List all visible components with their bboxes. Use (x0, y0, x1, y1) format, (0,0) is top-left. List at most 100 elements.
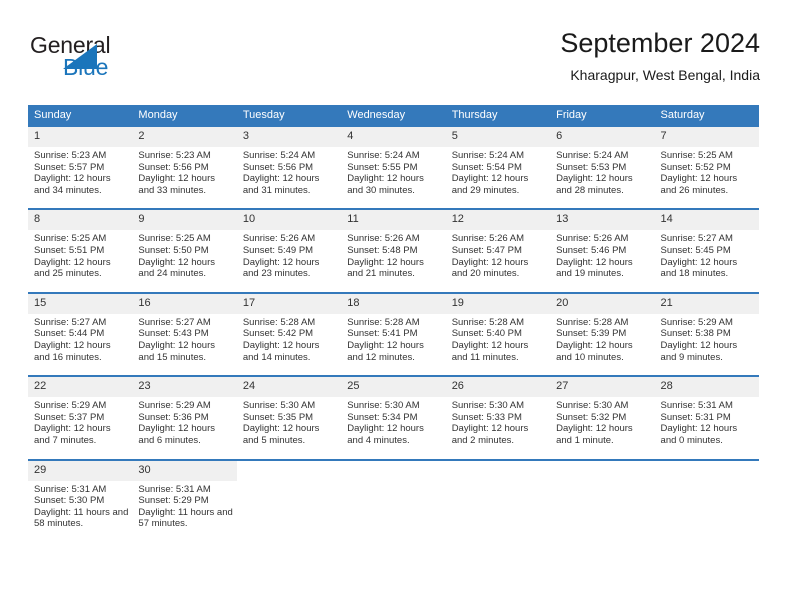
daylight-text: Daylight: 12 hours and 18 minutes. (660, 256, 738, 280)
sunset-text: Sunset: 5:56 PM (138, 161, 209, 173)
day-cell[interactable]: 10 Sunrise: 5:26 AM Sunset: 5:49 PM Dayl… (236, 210, 342, 284)
sunrise-text: Sunrise: 5:23 AM (138, 150, 211, 161)
day-cell[interactable]: 25 Sunrise: 5:30 AM Sunset: 5:34 PM Dayl… (341, 377, 446, 451)
sunrise-text: Sunrise: 5:30 AM (242, 400, 316, 412)
day-cell[interactable]: 29 Sunrise: 5:31 AM Sunset: 5:30 PM Dayl… (28, 460, 133, 534)
daylight-text: Daylight: 12 hours and 30 minutes. (347, 173, 424, 196)
day-cell[interactable]: 17 Sunrise: 5:28 AM Sunset: 5:42 PM Dayl… (236, 293, 342, 368)
sunset-text: Sunset: 5:51 PM (34, 244, 105, 256)
day-number: 19 (445, 293, 551, 314)
day-info: Sunrise: 5:29 AM Sunset: 5:37 PM Dayligh… (28, 397, 132, 446)
day-number: 12 (445, 210, 551, 231)
day-number: 9 (132, 210, 237, 231)
day-number: 1 (28, 127, 133, 147)
day-info: Sunrise: 5:30 AM Sunset: 5:34 PM Dayligh… (341, 397, 445, 446)
day-cell[interactable]: 15 Sunrise: 5:27 AM Sunset: 5:44 PM Dayl… (28, 293, 133, 368)
sunrise-text: Sunrise: 5:24 AM (347, 150, 420, 161)
day-cell[interactable]: 28 Sunrise: 5:31 AM Sunset: 5:31 PM Dayl… (654, 377, 759, 451)
day-cell[interactable]: 16 Sunrise: 5:27 AM Sunset: 5:43 PM Dayl… (132, 293, 237, 368)
weekday-header-friday: Friday (556, 109, 587, 121)
day-cell[interactable]: 22 Sunrise: 5:29 AM Sunset: 5:37 PM Dayl… (28, 377, 133, 451)
day-cell[interactable]: 11 Sunrise: 5:26 AM Sunset: 5:48 PM Dayl… (341, 210, 446, 284)
sunset-text: Sunset: 5:42 PM (242, 328, 314, 340)
sunrise-text: Sunrise: 5:28 AM (451, 316, 525, 328)
sunrise-text: Sunrise: 5:27 AM (34, 316, 107, 328)
sunset-text: Sunset: 5:31 PM (660, 411, 731, 423)
sunset-text: Sunset: 5:55 PM (347, 161, 418, 173)
day-number: 2 (132, 127, 237, 147)
sunrise-text: Sunrise: 5:26 AM (242, 233, 316, 245)
day-info: Sunrise: 5:28 AM Sunset: 5:42 PM Dayligh… (237, 314, 341, 363)
sunset-text: Sunset: 5:49 PM (242, 244, 314, 256)
day-cell-empty (550, 460, 655, 534)
sunset-text: Sunset: 5:39 PM (556, 328, 627, 340)
daylight-text: Daylight: 12 hours and 2 minutes. (451, 423, 529, 446)
daylight-text: Daylight: 12 hours and 15 minutes. (138, 339, 215, 363)
sunset-text: Sunset: 5:35 PM (242, 411, 314, 423)
day-number: 28 (654, 377, 759, 398)
day-info: Sunrise: 5:28 AM Sunset: 5:41 PM Dayligh… (341, 314, 445, 363)
day-number: 27 (550, 377, 655, 398)
sunrise-text: Sunrise: 5:26 AM (347, 233, 420, 245)
daylight-text: Daylight: 12 hours and 5 minutes. (242, 423, 320, 446)
day-number: 16 (132, 293, 237, 314)
week-row: 29 Sunrise: 5:31 AM Sunset: 5:30 PM Dayl… (28, 458, 759, 534)
day-cell[interactable]: 6 Sunrise: 5:24 AM Sunset: 5:53 PM Dayli… (550, 127, 655, 201)
day-info: Sunrise: 5:26 AM Sunset: 5:46 PM Dayligh… (550, 230, 654, 279)
day-cell[interactable]: 3 Sunrise: 5:24 AM Sunset: 5:56 PM Dayli… (236, 127, 342, 201)
weekday-header-row: Sunday Monday Tuesday Wednesday Thursday… (28, 105, 759, 127)
day-number: 13 (550, 210, 655, 231)
day-cell[interactable]: 23 Sunrise: 5:29 AM Sunset: 5:36 PM Dayl… (132, 377, 237, 451)
sunrise-text: Sunrise: 5:27 AM (660, 233, 733, 245)
day-info: Sunrise: 5:30 AM Sunset: 5:32 PM Dayligh… (550, 397, 654, 446)
daylight-text: Daylight: 12 hours and 6 minutes. (138, 423, 215, 446)
weekday-header-wednesday: Wednesday (347, 109, 406, 121)
day-cell[interactable]: 7 Sunrise: 5:25 AM Sunset: 5:52 PM Dayli… (654, 127, 759, 201)
day-number: 26 (445, 377, 551, 398)
day-cell[interactable]: 26 Sunrise: 5:30 AM Sunset: 5:33 PM Dayl… (445, 377, 551, 451)
day-cell[interactable]: 27 Sunrise: 5:30 AM Sunset: 5:32 PM Dayl… (550, 377, 655, 451)
sunrise-text: Sunrise: 5:24 AM (242, 150, 316, 161)
day-cell[interactable]: 14 Sunrise: 5:27 AM Sunset: 5:45 PM Dayl… (654, 210, 759, 284)
day-number: 8 (28, 210, 133, 231)
day-number (550, 460, 655, 481)
sunset-text: Sunset: 5:37 PM (34, 411, 105, 423)
daylight-text: Daylight: 12 hours and 14 minutes. (242, 339, 320, 363)
day-cell[interactable]: 30 Sunrise: 5:31 AM Sunset: 5:29 PM Dayl… (132, 460, 237, 534)
week-row: 15 Sunrise: 5:27 AM Sunset: 5:44 PM Dayl… (28, 291, 759, 368)
day-cell[interactable]: 24 Sunrise: 5:30 AM Sunset: 5:35 PM Dayl… (236, 377, 342, 451)
day-info: Sunrise: 5:30 AM Sunset: 5:35 PM Dayligh… (237, 397, 341, 446)
sunrise-text: Sunrise: 5:30 AM (347, 400, 420, 412)
day-number: 22 (28, 377, 133, 398)
day-number: 10 (236, 210, 342, 231)
day-info: Sunrise: 5:23 AM Sunset: 5:56 PM Dayligh… (132, 147, 236, 196)
day-cell[interactable]: 9 Sunrise: 5:25 AM Sunset: 5:50 PM Dayli… (132, 210, 237, 284)
day-number: 5 (445, 127, 551, 147)
day-cell[interactable]: 19 Sunrise: 5:28 AM Sunset: 5:40 PM Dayl… (445, 293, 551, 368)
daylight-text: Daylight: 12 hours and 29 minutes. (451, 173, 529, 196)
day-info: Sunrise: 5:26 AM Sunset: 5:49 PM Dayligh… (237, 230, 341, 279)
weekday-header-tuesday: Tuesday (242, 109, 285, 121)
day-cell[interactable]: 21 Sunrise: 5:29 AM Sunset: 5:38 PM Dayl… (654, 293, 759, 368)
day-info: Sunrise: 5:27 AM Sunset: 5:45 PM Dayligh… (655, 230, 759, 279)
day-cell[interactable]: 2 Sunrise: 5:23 AM Sunset: 5:56 PM Dayli… (132, 127, 237, 201)
daylight-text: Daylight: 11 hours and 58 minutes. (34, 506, 129, 530)
sunrise-text: Sunrise: 5:30 AM (451, 400, 525, 412)
daylight-text: Daylight: 12 hours and 23 minutes. (242, 256, 320, 280)
day-cell[interactable]: 20 Sunrise: 5:28 AM Sunset: 5:39 PM Dayl… (550, 293, 655, 368)
day-number: 7 (654, 127, 759, 147)
sunset-text: Sunset: 5:40 PM (451, 328, 522, 340)
sunset-text: Sunset: 5:48 PM (347, 244, 418, 256)
day-cell[interactable]: 1 Sunrise: 5:23 AM Sunset: 5:57 PM Dayli… (28, 127, 133, 201)
sunset-text: Sunset: 5:32 PM (556, 411, 627, 423)
day-number: 25 (341, 377, 446, 398)
day-cell[interactable]: 12 Sunrise: 5:26 AM Sunset: 5:47 PM Dayl… (445, 210, 551, 284)
day-cell[interactable]: 8 Sunrise: 5:25 AM Sunset: 5:51 PM Dayli… (28, 210, 133, 284)
day-cell[interactable]: 13 Sunrise: 5:26 AM Sunset: 5:46 PM Dayl… (550, 210, 655, 284)
weekday-header-saturday: Saturday (660, 109, 705, 121)
day-cell[interactable]: 4 Sunrise: 5:24 AM Sunset: 5:55 PM Dayli… (341, 127, 446, 201)
week-row: 22 Sunrise: 5:29 AM Sunset: 5:37 PM Dayl… (28, 375, 759, 451)
daylight-text: Daylight: 12 hours and 7 minutes. (34, 423, 111, 446)
day-cell[interactable]: 18 Sunrise: 5:28 AM Sunset: 5:41 PM Dayl… (341, 293, 446, 368)
day-cell[interactable]: 5 Sunrise: 5:24 AM Sunset: 5:54 PM Dayli… (445, 127, 551, 201)
